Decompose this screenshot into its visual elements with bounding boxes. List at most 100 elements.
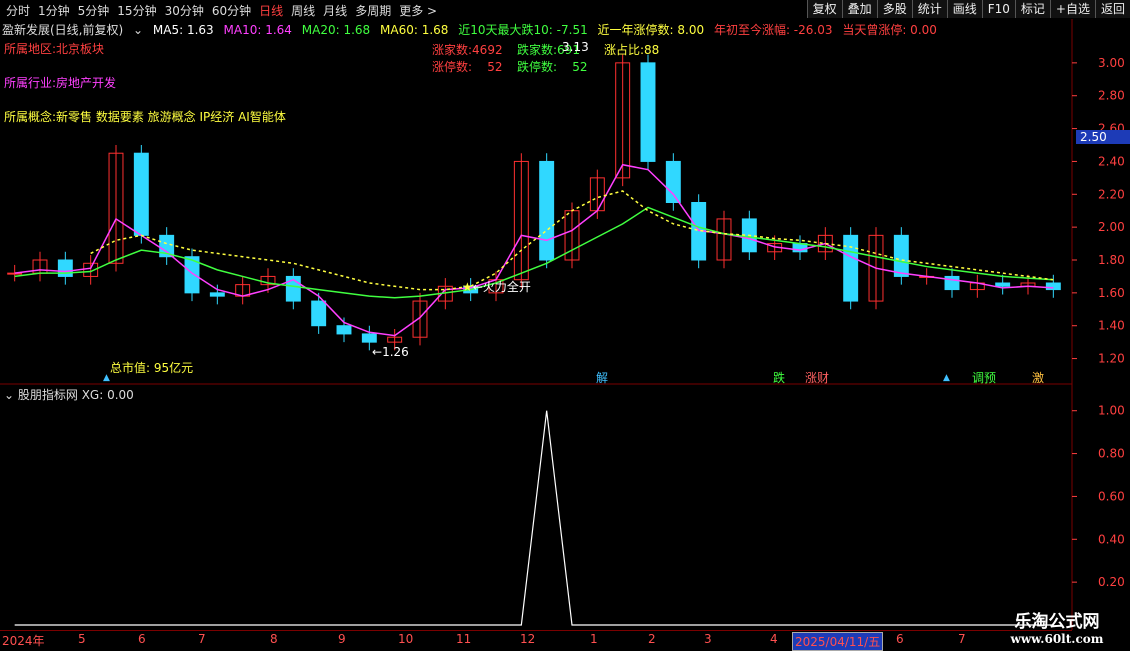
price-tick-label: 1.20 bbox=[1098, 352, 1125, 366]
mark-button[interactable]: 标记 bbox=[1014, 0, 1050, 18]
candle-body bbox=[311, 300, 327, 327]
current-price-tag: 2.50 bbox=[1076, 130, 1130, 144]
xg-signal-line bbox=[14, 410, 1054, 626]
industry-info: 所属行业:房地产开发 bbox=[4, 76, 117, 90]
price-tick-label: 1.80 bbox=[1098, 253, 1125, 267]
high-price-label: 3.13 bbox=[562, 40, 589, 54]
candle-body bbox=[716, 218, 732, 261]
kline-chart[interactable]: 1.000.800.600.400.20 3.002.802.602.402.2… bbox=[0, 0, 1130, 650]
candle-body bbox=[741, 218, 757, 253]
sub-settings-icon[interactable]: ⌄ bbox=[4, 388, 14, 402]
axis-ticks-group: 3.002.802.602.402.202.001.801.601.401.20 bbox=[1072, 56, 1125, 366]
candle-body bbox=[589, 177, 605, 212]
ma5-value: MA5: 1.63 bbox=[152, 23, 214, 37]
price-tick-label: 2.00 bbox=[1098, 220, 1125, 234]
candle-body bbox=[285, 275, 301, 302]
candle-body bbox=[995, 282, 1011, 287]
limitup-year-value: 近一年涨停数: 8.00 bbox=[597, 23, 705, 37]
candle-body bbox=[336, 325, 352, 335]
multi-stock-button[interactable]: 多股 bbox=[876, 0, 912, 18]
candle-body bbox=[843, 234, 859, 302]
limit-up-count: 涨停数: 52 bbox=[432, 60, 503, 74]
tab-daily[interactable]: 日线 bbox=[255, 2, 287, 19]
event-tag-tiaoyu[interactable]: 调预 bbox=[972, 369, 996, 386]
region-info: 所属地区:北京板块 bbox=[4, 42, 105, 56]
candle-body bbox=[159, 234, 175, 258]
tab-weekly[interactable]: 周线 bbox=[287, 2, 319, 19]
candle-body bbox=[868, 234, 884, 302]
candle-body bbox=[1020, 282, 1036, 287]
event-tag-die[interactable]: 跌 bbox=[773, 369, 785, 386]
watermark: 乐淘公式网 www.60lt.com bbox=[992, 607, 1122, 646]
tab-more[interactable]: 更多 > bbox=[395, 2, 441, 19]
candle-body bbox=[108, 152, 124, 264]
statistics-button[interactable]: 统计 bbox=[911, 0, 947, 18]
signal-text: 火力全开 bbox=[482, 280, 531, 294]
up-ratio: 涨占比:88 bbox=[604, 43, 660, 57]
today-limit-value: 当天曾涨停: 0.00 bbox=[842, 23, 937, 37]
event-tag-zhangcai[interactable]: 涨财 bbox=[805, 369, 829, 386]
date-label-4: 4 bbox=[770, 632, 778, 646]
event-tag-ji[interactable]: 激 bbox=[1032, 369, 1044, 386]
candle-body bbox=[361, 333, 377, 343]
watermark-url: www.60lt.com bbox=[1010, 632, 1104, 646]
candle-body bbox=[209, 292, 225, 297]
price-tick-label: 1.60 bbox=[1098, 286, 1125, 300]
candle-body bbox=[817, 234, 833, 253]
candle-body bbox=[539, 160, 555, 261]
back-button[interactable]: 返回 bbox=[1094, 0, 1130, 18]
date-label-12: 12 bbox=[520, 632, 536, 646]
date-label-2: 2 bbox=[648, 632, 656, 646]
date-label-2024: 2024年 bbox=[2, 634, 45, 648]
xg-signal-group: 1.00 0.80 0.60 0.40 0.20 bbox=[14, 404, 1125, 626]
date-label-8: 8 bbox=[270, 632, 278, 646]
ma10-value: MA10: 1.64 bbox=[223, 23, 292, 37]
price-tick-label: 2.80 bbox=[1098, 89, 1125, 103]
low-price-label: ←1.26 bbox=[372, 345, 409, 359]
ma-line-ma5 bbox=[14, 163, 1054, 337]
event-tag-jie[interactable]: 解 bbox=[596, 369, 608, 386]
sub-indicator-title: 股朋指标网 XG: 0.00 bbox=[17, 388, 134, 402]
settings-dropdown-icon[interactable]: ⌄ bbox=[133, 23, 143, 37]
tab-monthly[interactable]: 月线 bbox=[319, 2, 351, 19]
tab-60min[interactable]: 60分钟 bbox=[208, 2, 255, 19]
tab-5min[interactable]: 5分钟 bbox=[74, 2, 114, 19]
ytd-value: 年初至今涨幅: -26.03 bbox=[713, 23, 833, 37]
overlay-button[interactable]: 叠加 bbox=[841, 0, 877, 18]
draw-line-button[interactable]: 画线 bbox=[946, 0, 982, 18]
sub-tick-label: 0.60 bbox=[1098, 489, 1125, 503]
low-price-value: 1.26 bbox=[382, 345, 409, 359]
date-label-7b: 7 bbox=[958, 632, 966, 646]
candle-body bbox=[564, 210, 580, 261]
tab-fenshi[interactable]: 分时 bbox=[2, 2, 34, 19]
restore-rights-button[interactable]: 复权 bbox=[806, 0, 842, 18]
tab-1min[interactable]: 1分钟 bbox=[34, 2, 74, 19]
candle-body bbox=[57, 259, 73, 277]
ma-line-ma60 bbox=[90, 190, 1054, 291]
candle-body bbox=[32, 259, 48, 274]
limit-down-count: 跌停数: 52 bbox=[517, 60, 588, 74]
marker-up-icon: ▲ bbox=[103, 373, 110, 383]
period-tabs: 分时 1分钟 5分钟 15分钟 30分钟 60分钟 日线 周线 月线 多周期 更… bbox=[2, 2, 441, 19]
top-toolbar: 分时 1分钟 5分钟 15分钟 30分钟 60分钟 日线 周线 月线 多周期 更… bbox=[0, 0, 1130, 19]
price-tick-label: 2.40 bbox=[1098, 154, 1125, 168]
candle-body bbox=[615, 62, 631, 179]
tab-30min[interactable]: 30分钟 bbox=[161, 2, 208, 19]
add-watchlist-button[interactable]: +自选 bbox=[1049, 0, 1095, 18]
candle-body bbox=[260, 275, 276, 286]
date-label-5: 5 bbox=[78, 632, 86, 646]
date-label-1: 1 bbox=[590, 632, 598, 646]
marker-up-icon-2: ▲ bbox=[943, 373, 950, 383]
tab-multi-period[interactable]: 多周期 bbox=[351, 2, 395, 19]
tab-15min[interactable]: 15分钟 bbox=[113, 2, 160, 19]
sub-tick-label: 0.40 bbox=[1098, 532, 1125, 546]
toolbar-buttons: 复权 叠加 多股 统计 画线 F10 标记 +自选 返回 bbox=[806, 0, 1130, 18]
ma-lines-group bbox=[14, 163, 1054, 337]
selected-date[interactable]: 2025/04/11/五 bbox=[792, 632, 884, 651]
f10-button[interactable]: F10 bbox=[981, 0, 1015, 18]
ma-line-ma20 bbox=[14, 206, 1054, 299]
sub-tick-label: 1.00 bbox=[1098, 404, 1125, 418]
candle-body bbox=[691, 202, 707, 261]
signal-label: ★←火力全开 bbox=[462, 280, 531, 294]
candle-body bbox=[944, 275, 960, 291]
